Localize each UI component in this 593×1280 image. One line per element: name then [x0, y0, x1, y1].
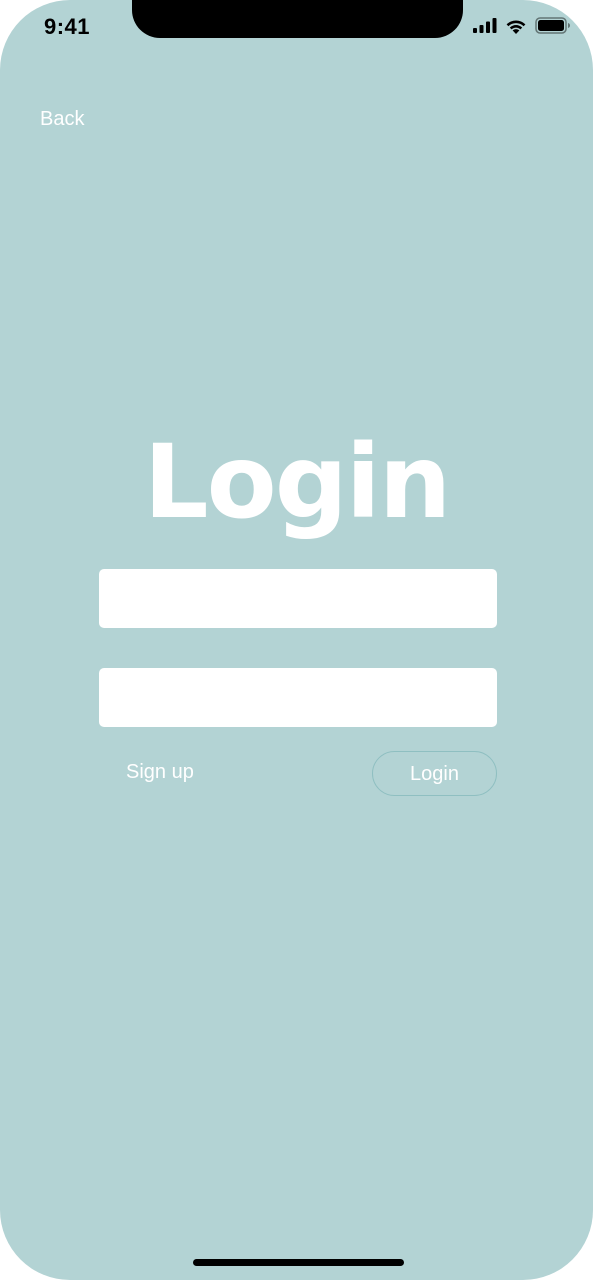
device-notch: [132, 0, 463, 38]
status-icons: [473, 17, 571, 34]
password-field[interactable]: [99, 668, 497, 727]
status-time: 9:41: [44, 14, 91, 39]
wifi-icon: [506, 20, 526, 34]
back-button[interactable]: Back: [40, 108, 84, 131]
home-indicator[interactable]: [193, 1259, 404, 1266]
phone-screen: 9:41 Back Login Sign up Login: [0, 0, 593, 1280]
page-title: Login: [143, 423, 452, 542]
login-button[interactable]: Login: [372, 751, 497, 796]
cellular-signal-icon: [473, 18, 497, 33]
battery-icon: [535, 17, 570, 34]
username-field[interactable]: [99, 569, 497, 628]
signup-link[interactable]: Sign up: [126, 761, 194, 784]
